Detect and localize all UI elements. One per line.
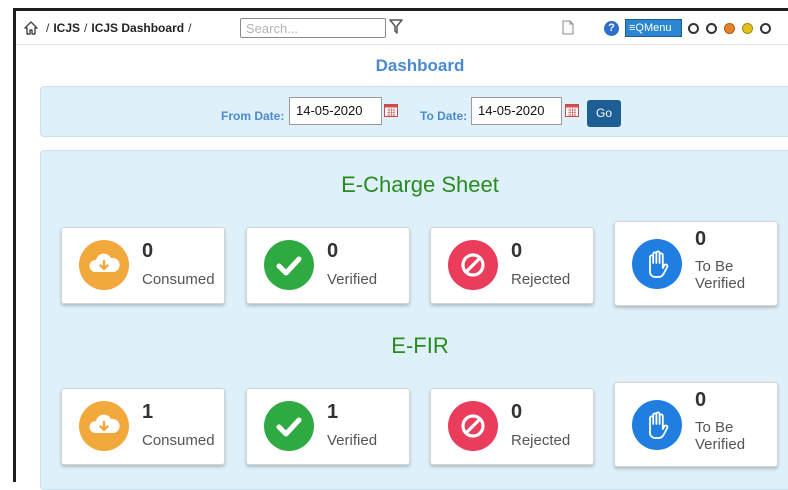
hand-icon: [632, 239, 682, 289]
stat-label-line2: Verified: [695, 275, 746, 292]
qmenu-button[interactable]: ≡QMenu: [625, 19, 682, 37]
stat-label: Consumed: [142, 432, 215, 449]
stat-card-to-be-verified[interactable]: 0 To Be Verified: [614, 221, 778, 306]
stat-label-line1: To Be: [695, 419, 734, 436]
stat-label-line2: Verified: [695, 436, 746, 453]
stat-label-line1: To Be: [695, 258, 734, 275]
stat-value: 0: [695, 389, 707, 411]
help-icon[interactable]: ?: [604, 21, 619, 36]
stat-label: To Be Verified: [695, 258, 775, 292]
top-toolbar: /ICJS/ICJS Dashboard/ ? ≡QMenu: [16, 11, 788, 45]
stat-label: Consumed: [142, 271, 215, 288]
stat-value: 0: [511, 401, 523, 423]
stat-card-verified[interactable]: 0 Verified: [246, 227, 410, 304]
breadcrumb: / ICJS / ICJS Dashboard /: [46, 21, 192, 35]
cloud-download-icon: [79, 401, 129, 451]
go-button[interactable]: Go: [587, 100, 621, 127]
stat-value: 0: [695, 228, 707, 250]
stat-label: Rejected: [511, 432, 571, 449]
from-date-label: From Date:: [221, 109, 285, 123]
stat-label: Verified: [327, 432, 378, 449]
stat-value: 0: [511, 240, 523, 262]
stat-value: 1: [142, 401, 154, 423]
date-filter-panel: From Date: 14-05-2020 To Date: 14-05-202…: [40, 86, 788, 137]
filter-icon[interactable]: [389, 19, 403, 35]
stat-value: 0: [327, 240, 339, 262]
ban-icon: [448, 401, 498, 451]
theme-dot-white[interactable]: [688, 23, 699, 34]
search-input[interactable]: [240, 18, 386, 38]
stat-card-consumed[interactable]: 0 Consumed: [61, 227, 225, 304]
from-date-input[interactable]: 14-05-2020: [289, 97, 382, 125]
to-date-label: To Date:: [420, 109, 468, 123]
calendar-icon[interactable]: [384, 104, 398, 117]
calendar-icon-2[interactable]: [565, 104, 579, 117]
document-icon[interactable]: [562, 20, 574, 35]
to-date-input[interactable]: 14-05-2020: [471, 97, 562, 125]
theme-dot-white-2[interactable]: [706, 23, 717, 34]
stat-label: Verified: [327, 271, 378, 288]
theme-dot-yellow[interactable]: [742, 23, 753, 34]
stat-value: 0: [142, 240, 154, 262]
page-title: Dashboard: [375, 56, 465, 75]
stat-card-to-be-verified[interactable]: 0 To Be Verified: [614, 382, 778, 467]
breadcrumb-item-icjs[interactable]: ICJS: [53, 21, 80, 35]
home-icon[interactable]: [24, 21, 38, 35]
breadcrumb-item-dashboard[interactable]: ICJS Dashboard: [91, 21, 184, 35]
window-border-left: [13, 8, 16, 482]
stat-label: Rejected: [511, 271, 571, 288]
theme-dot-orange[interactable]: [724, 23, 735, 34]
hand-icon: [632, 400, 682, 450]
section-title-echarge: E-Charge Sheet: [341, 172, 499, 197]
stat-label: To Be Verified: [695, 419, 775, 453]
section-title-efir: E-FIR: [391, 333, 449, 358]
stat-card-verified[interactable]: 1 Verified: [246, 388, 410, 465]
stat-value: 1: [327, 401, 339, 423]
stat-card-rejected[interactable]: 0 Rejected: [430, 388, 594, 465]
ban-icon: [448, 240, 498, 290]
check-icon: [264, 401, 314, 451]
stat-card-consumed[interactable]: 1 Consumed: [61, 388, 225, 465]
stat-card-rejected[interactable]: 0 Rejected: [430, 227, 594, 304]
cloud-download-icon: [79, 240, 129, 290]
theme-dot-partial[interactable]: [760, 23, 771, 34]
check-icon: [264, 240, 314, 290]
